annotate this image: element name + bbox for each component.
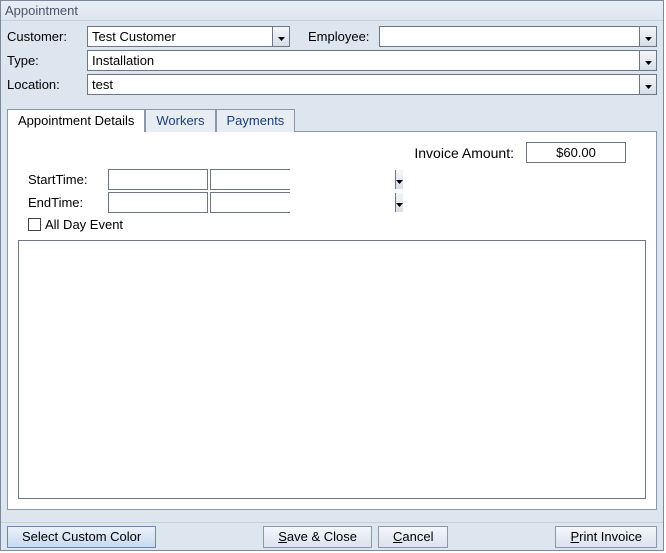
print-invoice-button[interactable]: Print Invoice <box>555 526 657 548</box>
print-rest: rint Invoice <box>579 529 642 544</box>
tab-payments[interactable]: Payments <box>216 109 296 132</box>
customer-label: Customer: <box>7 29 87 44</box>
mnemonic-c: C <box>393 529 402 544</box>
chevron-down-icon <box>645 53 652 68</box>
start-time-dropdown-button[interactable] <box>395 170 403 189</box>
all-day-label: All Day Event <box>45 217 123 232</box>
mnemonic-p: P <box>570 529 579 544</box>
select-custom-color-button[interactable]: Select Custom Color <box>7 526 156 548</box>
header-fields: Customer: Employee: Type: Location: <box>1 21 663 105</box>
tab-workers[interactable]: Workers <box>145 109 215 132</box>
chevron-down-icon <box>645 77 652 92</box>
all-day-checkbox[interactable] <box>28 218 41 231</box>
invoice-amount-label: Invoice Amount: <box>414 145 514 161</box>
end-date-input[interactable] <box>108 192 208 213</box>
chevron-down-icon <box>645 29 652 44</box>
employee-input[interactable] <box>380 27 639 46</box>
start-time-label: StartTime: <box>28 172 108 187</box>
customer-input[interactable] <box>88 27 272 46</box>
cancel-button[interactable]: Cancel <box>378 526 448 548</box>
appointment-window: Appointment Customer: Employee: Type: Lo… <box>0 0 664 551</box>
type-label: Type: <box>7 53 87 68</box>
employee-dropdown-button[interactable] <box>639 27 656 46</box>
tab-strip: Appointment Details Workers Payments <box>7 107 657 131</box>
location-input[interactable] <box>88 75 639 94</box>
chevron-down-icon <box>396 195 403 210</box>
notes-textarea[interactable] <box>18 240 646 499</box>
type-input[interactable] <box>88 51 639 70</box>
mnemonic-s: S <box>278 529 287 544</box>
type-dropdown[interactable] <box>87 50 657 71</box>
customer-dropdown[interactable] <box>87 26 290 47</box>
save-close-button[interactable]: Save & Close <box>263 526 372 548</box>
start-date-input[interactable] <box>108 169 208 190</box>
customer-dropdown-button[interactable] <box>272 27 289 46</box>
end-time-label: EndTime: <box>28 195 108 210</box>
location-dropdown[interactable] <box>87 74 657 95</box>
chevron-down-icon <box>278 29 285 44</box>
employee-dropdown[interactable] <box>379 26 657 47</box>
start-time-input[interactable] <box>211 170 395 189</box>
employee-label: Employee: <box>290 29 379 44</box>
tab-appointment-details[interactable]: Appointment Details <box>7 109 145 132</box>
window-title: Appointment <box>1 1 663 21</box>
tab-body-appointment-details: Invoice Amount: $60.00 StartTime: Recurr… <box>7 131 657 510</box>
invoice-amount-field[interactable]: $60.00 <box>526 142 626 163</box>
tab-container: Appointment Details Workers Payments Inv… <box>7 107 657 510</box>
end-time-input[interactable] <box>211 193 395 212</box>
chevron-down-icon <box>396 172 403 187</box>
end-time-dropdown-button[interactable] <box>395 193 403 212</box>
location-label: Location: <box>7 77 87 92</box>
save-close-rest: ave & Close <box>287 529 357 544</box>
start-time-dropdown[interactable] <box>210 169 290 190</box>
type-dropdown-button[interactable] <box>639 51 656 70</box>
footer-bar: Select Custom Color Save & Close Cancel … <box>1 522 663 550</box>
end-time-dropdown[interactable] <box>210 192 290 213</box>
cancel-rest: ancel <box>402 529 433 544</box>
location-dropdown-button[interactable] <box>639 75 656 94</box>
